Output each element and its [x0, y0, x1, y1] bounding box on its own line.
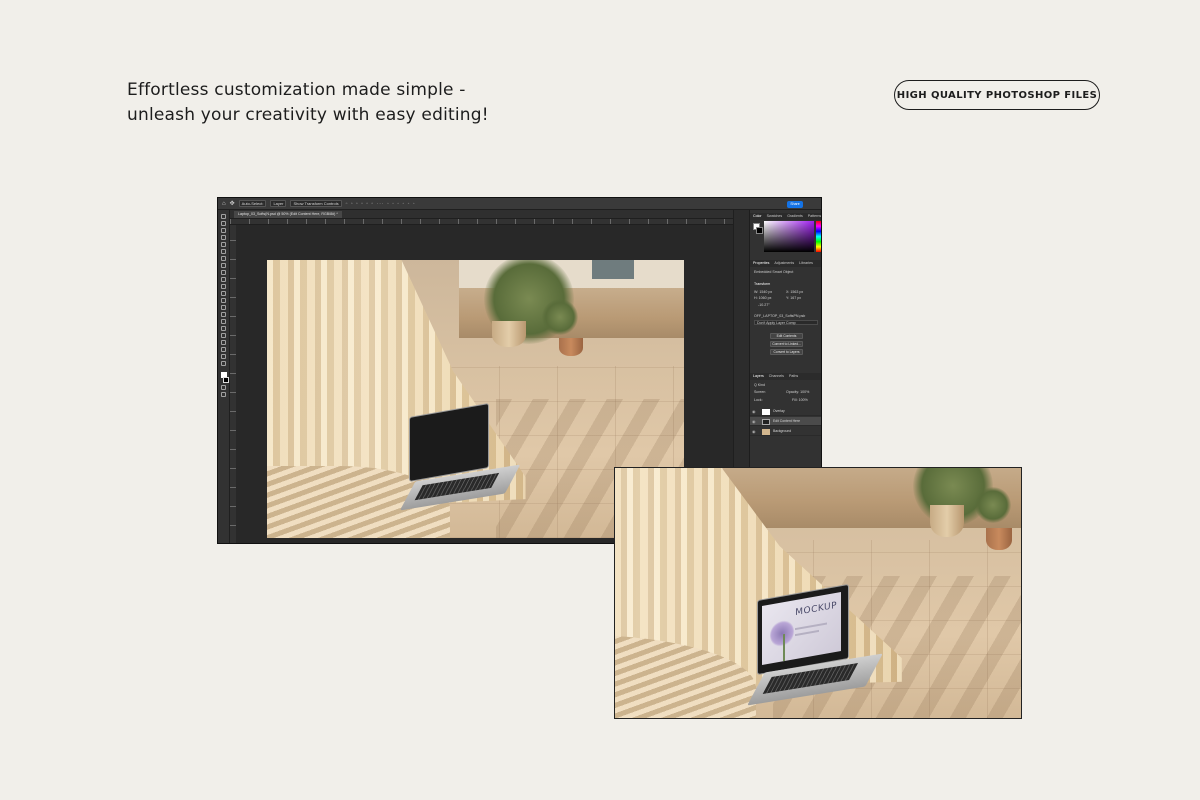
- mockup-word: MOCKUP: [795, 601, 838, 619]
- tab-paths[interactable]: Paths: [789, 373, 798, 380]
- path-select-icon[interactable]: [221, 333, 226, 338]
- laptop-dark-screen: [399, 402, 521, 515]
- lasso-tool-icon[interactable]: [221, 228, 226, 233]
- blend-mode-dropdown[interactable]: Screen: [754, 390, 765, 394]
- convert-to-layers-button[interactable]: Convert to Layers: [770, 349, 803, 355]
- screen-mode-icon[interactable]: [221, 392, 226, 397]
- hand-tool-icon[interactable]: [221, 347, 226, 352]
- brush-tool-icon[interactable]: [221, 270, 226, 275]
- stone-pot: [929, 504, 964, 537]
- tools-panel: [218, 210, 230, 543]
- history-brush-icon[interactable]: [221, 284, 226, 289]
- layer-name: Edit Content Here: [773, 419, 800, 423]
- tab-channels[interactable]: Channels: [769, 373, 784, 380]
- bg-color-chip[interactable]: [756, 227, 763, 234]
- color-panel-tabs: Color Swatches Gradients Patterns: [750, 213, 821, 220]
- angle-field[interactable]: -10.27°: [758, 303, 770, 307]
- quick-mask-icon[interactable]: [221, 385, 226, 390]
- headline-line-2: unleash your creativity with easy editin…: [127, 105, 489, 125]
- terracotta-pot: [985, 528, 1012, 551]
- show-transform-checkbox[interactable]: Show Transform Controls: [290, 200, 342, 207]
- pen-tool-icon[interactable]: [221, 319, 226, 324]
- lock-label: Lock:: [754, 398, 763, 402]
- crop-tool-icon[interactable]: [221, 242, 226, 247]
- headline: Effortless customization made simple - u…: [127, 78, 489, 128]
- layer-thumbnail: [762, 428, 770, 435]
- auto-select-checkbox[interactable]: Auto-Select:: [238, 200, 267, 207]
- layer-row[interactable]: ◉ Overlay: [750, 407, 821, 416]
- opacity-field[interactable]: Opacity: 100%: [786, 390, 809, 394]
- color-picker-field[interactable]: [764, 221, 814, 252]
- type-tool-icon[interactable]: [221, 326, 226, 331]
- photoshop-files-badge[interactable]: HIGH QUALITY PHOTOSHOP FILES: [894, 80, 1100, 110]
- stone-pot: [492, 321, 527, 348]
- layer-select-dropdown[interactable]: Layer: [270, 200, 287, 207]
- result-preview: MOCKUP: [614, 467, 1022, 719]
- properties-panel-tabs: Properties Adjustments Libraries: [750, 260, 821, 267]
- quick-select-tool-icon[interactable]: [221, 235, 226, 240]
- move-tool-icon[interactable]: ✥: [230, 200, 235, 207]
- gradient-tool-icon[interactable]: [221, 298, 226, 303]
- zoom-tool-icon[interactable]: [221, 354, 226, 359]
- move-tool-icon[interactable]: [221, 214, 226, 219]
- document-tab-bar: Laptop_03_Softs(N.psd @ 50% (Edit Conten…: [230, 210, 733, 219]
- fill-field[interactable]: Fill: 100%: [792, 398, 808, 402]
- layer-comp-dropdown[interactable]: Don't Apply Layer Comp: [754, 320, 818, 325]
- layer-name: Overlay: [773, 409, 785, 413]
- small-plant: [974, 487, 1011, 523]
- blur-tool-icon[interactable]: [221, 305, 226, 310]
- terracotta-pot: [558, 337, 583, 356]
- tab-adjustments[interactable]: Adjustments: [774, 260, 794, 267]
- small-plant: [542, 298, 579, 335]
- background-color-swatch[interactable]: [222, 377, 229, 383]
- align-icons[interactable]: ▫ ▫ ▫ ▫ ▫ ▫ ··· ◦ ◦ ◦ ◦ ◦ ◦: [346, 201, 416, 207]
- screen-text-line: [795, 622, 828, 631]
- options-bar: ⌂ ✥ Auto-Select: Layer Show Transform Co…: [218, 198, 821, 210]
- stamp-tool-icon[interactable]: [221, 277, 226, 282]
- marquee-tool-icon[interactable]: [221, 221, 226, 226]
- tab-gradients[interactable]: Gradients: [787, 213, 803, 220]
- layer-filter-kind[interactable]: Q Kind: [754, 383, 765, 387]
- eye-icon[interactable]: ◉: [752, 427, 756, 436]
- layer-thumbnail: [762, 408, 770, 415]
- dodge-tool-icon[interactable]: [221, 312, 226, 317]
- healing-tool-icon[interactable]: [221, 263, 226, 268]
- tab-swatches[interactable]: Swatches: [767, 213, 783, 220]
- eyedropper-tool-icon[interactable]: [221, 256, 226, 261]
- layer-name: Background: [773, 429, 792, 433]
- y-field[interactable]: Y: 167 px: [786, 296, 801, 300]
- layer-row[interactable]: ◉ Edit Content Here: [750, 417, 821, 426]
- home-icon[interactable]: ⌂: [222, 201, 226, 207]
- edit-contents-button[interactable]: Edit Contents: [770, 333, 803, 339]
- eraser-tool-icon[interactable]: [221, 291, 226, 296]
- layer-thumbnail: [762, 418, 770, 425]
- frame-tool-icon[interactable]: [221, 249, 226, 254]
- linked-file-name: OFF_LAPTOP_03_SoftsPN.psb: [754, 314, 806, 318]
- layer-row[interactable]: ◉ Background: [750, 427, 821, 436]
- tab-properties[interactable]: Properties: [753, 260, 769, 267]
- door: [592, 260, 634, 280]
- laptop-with-mockup: MOCKUP: [746, 583, 883, 710]
- width-field[interactable]: W: 1540 px: [754, 290, 772, 294]
- shape-tool-icon[interactable]: [221, 340, 226, 345]
- laptop-lid: [409, 402, 489, 483]
- smart-object-type: Embedded Smart Object: [754, 270, 794, 274]
- screen-text-line: [795, 630, 820, 637]
- eye-icon[interactable]: ◉: [752, 407, 756, 416]
- tab-libraries[interactable]: Libraries: [799, 260, 813, 267]
- tab-layers[interactable]: Layers: [753, 373, 764, 380]
- tab-patterns[interactable]: Patterns: [808, 213, 821, 220]
- eye-icon[interactable]: ◉: [752, 417, 756, 426]
- headline-line-1: Effortless customization made simple -: [127, 80, 466, 100]
- share-button[interactable]: Share: [787, 200, 803, 208]
- more-tools-icon[interactable]: [221, 361, 226, 366]
- height-field[interactable]: H: 1060 px: [754, 296, 771, 300]
- hue-slider[interactable]: [816, 221, 821, 252]
- transform-label: Transform: [754, 282, 771, 286]
- tab-color[interactable]: Color: [753, 213, 762, 220]
- convert-to-linked-button[interactable]: Convert to Linked...: [770, 341, 803, 347]
- document-tab[interactable]: Laptop_03_Softs(N.psd @ 50% (Edit Conten…: [234, 211, 342, 218]
- layers-panel-tabs: Layers Channels Paths: [750, 373, 821, 380]
- x-field[interactable]: X: 1563 px: [786, 290, 803, 294]
